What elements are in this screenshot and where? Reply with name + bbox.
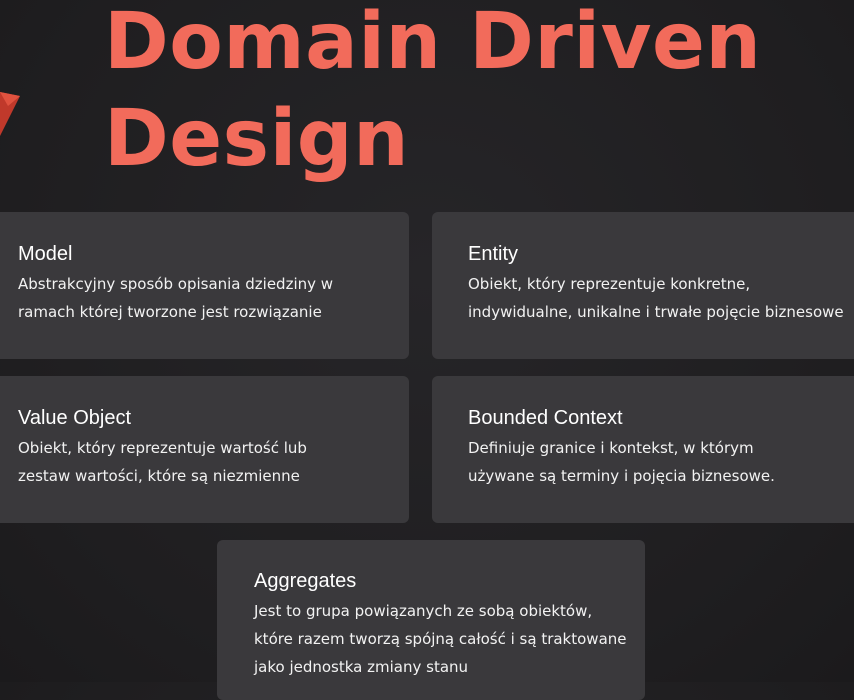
title-line-2: Design	[104, 94, 410, 184]
card-description-line: ramach której tworzone jest rozwiązanie	[18, 303, 322, 321]
card-aggregates: Aggregates Jest to grupa powiązanych ze …	[217, 540, 645, 700]
card-description-line: indywidualne, unikalne i trwałe pojęcie …	[468, 303, 844, 321]
card-value-object: Value Object Obiekt, który reprezentuje …	[0, 376, 409, 523]
card-description: Definiuje granice i kontekst, w którym u…	[468, 434, 775, 490]
logo-fragment-icon	[0, 92, 20, 136]
card-title: Value Object	[18, 407, 132, 429]
card-title: Entity	[468, 243, 519, 265]
card-description-line: Definiuje granice i kontekst, w którym	[468, 439, 754, 457]
card-description-line: Abstrakcyjny sposób opisania dziedziny w	[18, 275, 334, 293]
card-title: Model	[18, 243, 73, 265]
card-description-line: używane są terminy i pojęcia biznesowe.	[468, 467, 775, 485]
page-title: Domain Driven Design	[104, 0, 761, 188]
card-description-line: Obiekt, który reprezentuje wartość lub	[18, 439, 307, 457]
card-description-line: jako jednostka zmiany stanu	[254, 658, 469, 676]
title-line-1: Domain Driven	[104, 0, 762, 87]
card-entity: Entity Obiekt, który reprezentuje konkre…	[432, 212, 854, 359]
card-description: Obiekt, który reprezentuje wartość lub z…	[18, 434, 307, 490]
card-title: Bounded Context	[468, 407, 623, 429]
card-description-line: które razem tworzą spójną całość i są tr…	[254, 630, 627, 648]
card-description-line: Jest to grupa powiązanych ze sobą obiekt…	[254, 602, 593, 620]
card-model: Model Abstrakcyjny sposób opisania dzied…	[0, 212, 409, 359]
card-description: Obiekt, który reprezentuje konkretne, in…	[468, 270, 844, 326]
card-description: Jest to grupa powiązanych ze sobą obiekt…	[254, 597, 627, 681]
card-description-line: zestaw wartości, które są niezmienne	[18, 467, 300, 485]
card-bounded-context: Bounded Context Definiuje granice i kont…	[432, 376, 854, 523]
card-title: Aggregates	[254, 570, 357, 592]
card-description-line: Obiekt, który reprezentuje konkretne,	[468, 275, 751, 293]
card-description: Abstrakcyjny sposób opisania dziedziny w…	[18, 270, 333, 326]
